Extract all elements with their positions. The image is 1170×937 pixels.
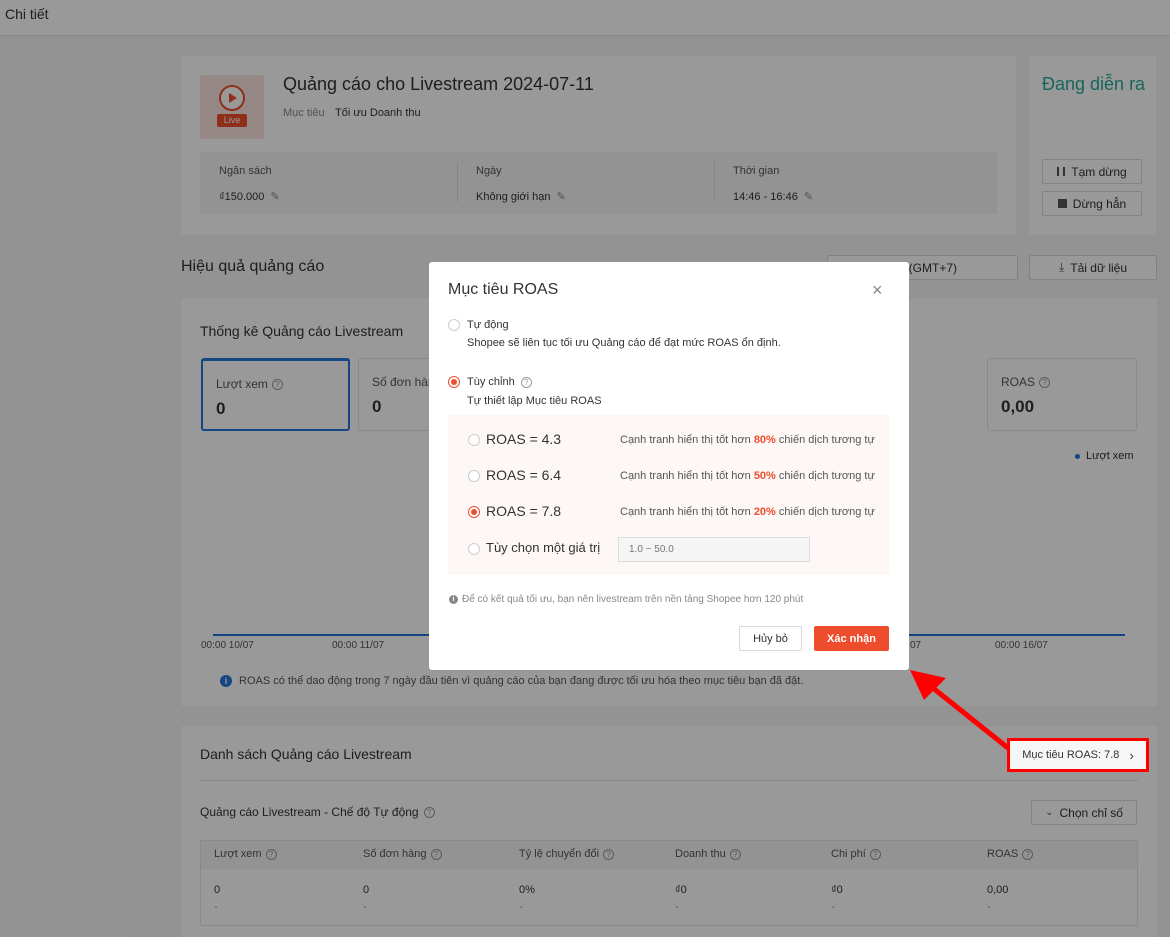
custom-radio[interactable] xyxy=(448,376,460,388)
tip-row: i Để có kết quả tối ưu, bạn nên livestre… xyxy=(449,594,803,605)
roas-target-button[interactable]: Mục tiêu ROAS: 7.8 › xyxy=(1007,738,1149,772)
auto-desc: Shopee sẽ liên tục tối ưu Quảng cáo để đ… xyxy=(467,337,781,349)
option-radio[interactable] xyxy=(468,506,480,518)
roas-option-1[interactable]: ROAS = 4.3 Cạnh tranh hiển thị tốt hơn 8… xyxy=(448,429,889,453)
close-icon[interactable]: × xyxy=(872,281,883,299)
tip-text: Để có kết quả tối ưu, bạn nên livestream… xyxy=(462,594,804,605)
annotation-arrow xyxy=(910,670,1010,750)
modal-title: Mục tiêu ROAS xyxy=(448,281,559,298)
auto-radio[interactable] xyxy=(448,319,460,331)
custom-desc: Tự thiết lập Mục tiêu ROAS xyxy=(467,395,602,407)
roas-target-label: Mục tiêu ROAS: 7.8 xyxy=(1022,749,1120,761)
confirm-label: Xác nhận xyxy=(827,632,876,645)
custom-label-row: Tùy chỉnh ? xyxy=(467,376,532,388)
option-desc: Cạnh tranh hiển thị tốt hơn 50% chiến dị… xyxy=(620,470,875,482)
option-desc: Cạnh tranh hiển thị tốt hơn 80% chiến dị… xyxy=(620,434,875,446)
roas-option-custom[interactable]: Tùy chọn một giá trị xyxy=(448,537,889,563)
option-radio[interactable] xyxy=(468,434,480,446)
roas-option-2[interactable]: ROAS = 6.4 Cạnh tranh hiển thị tốt hơn 5… xyxy=(448,465,889,489)
chevron-right-icon: › xyxy=(1129,747,1134,763)
auto-label: Tự động xyxy=(467,319,509,331)
info-icon: i xyxy=(449,595,458,604)
option-label: Tùy chọn một giá trị xyxy=(486,540,601,555)
custom-label: Tùy chỉnh xyxy=(467,376,515,388)
option-label: ROAS = 4.3 xyxy=(486,431,562,447)
option-desc: Cạnh tranh hiển thị tốt hơn 20% chiến dị… xyxy=(620,506,875,518)
roas-target-modal: Mục tiêu ROAS × Tự động Shopee sẽ liên t… xyxy=(429,262,909,670)
roas-option-3[interactable]: ROAS = 7.8 Cạnh tranh hiển thị tốt hơn 2… xyxy=(448,501,889,525)
option-radio[interactable] xyxy=(468,470,480,482)
cancel-button[interactable]: Hủy bỏ xyxy=(739,626,802,651)
roas-options-panel: ROAS = 4.3 Cạnh tranh hiển thị tốt hơn 8… xyxy=(448,415,889,575)
help-icon: ? xyxy=(520,376,532,388)
custom-roas-input[interactable] xyxy=(618,537,810,562)
cancel-label: Hủy bỏ xyxy=(753,632,788,645)
option-radio[interactable] xyxy=(468,543,480,555)
option-label: ROAS = 6.4 xyxy=(486,467,562,483)
confirm-button[interactable]: Xác nhận xyxy=(814,626,889,651)
option-label: ROAS = 7.8 xyxy=(486,503,562,519)
